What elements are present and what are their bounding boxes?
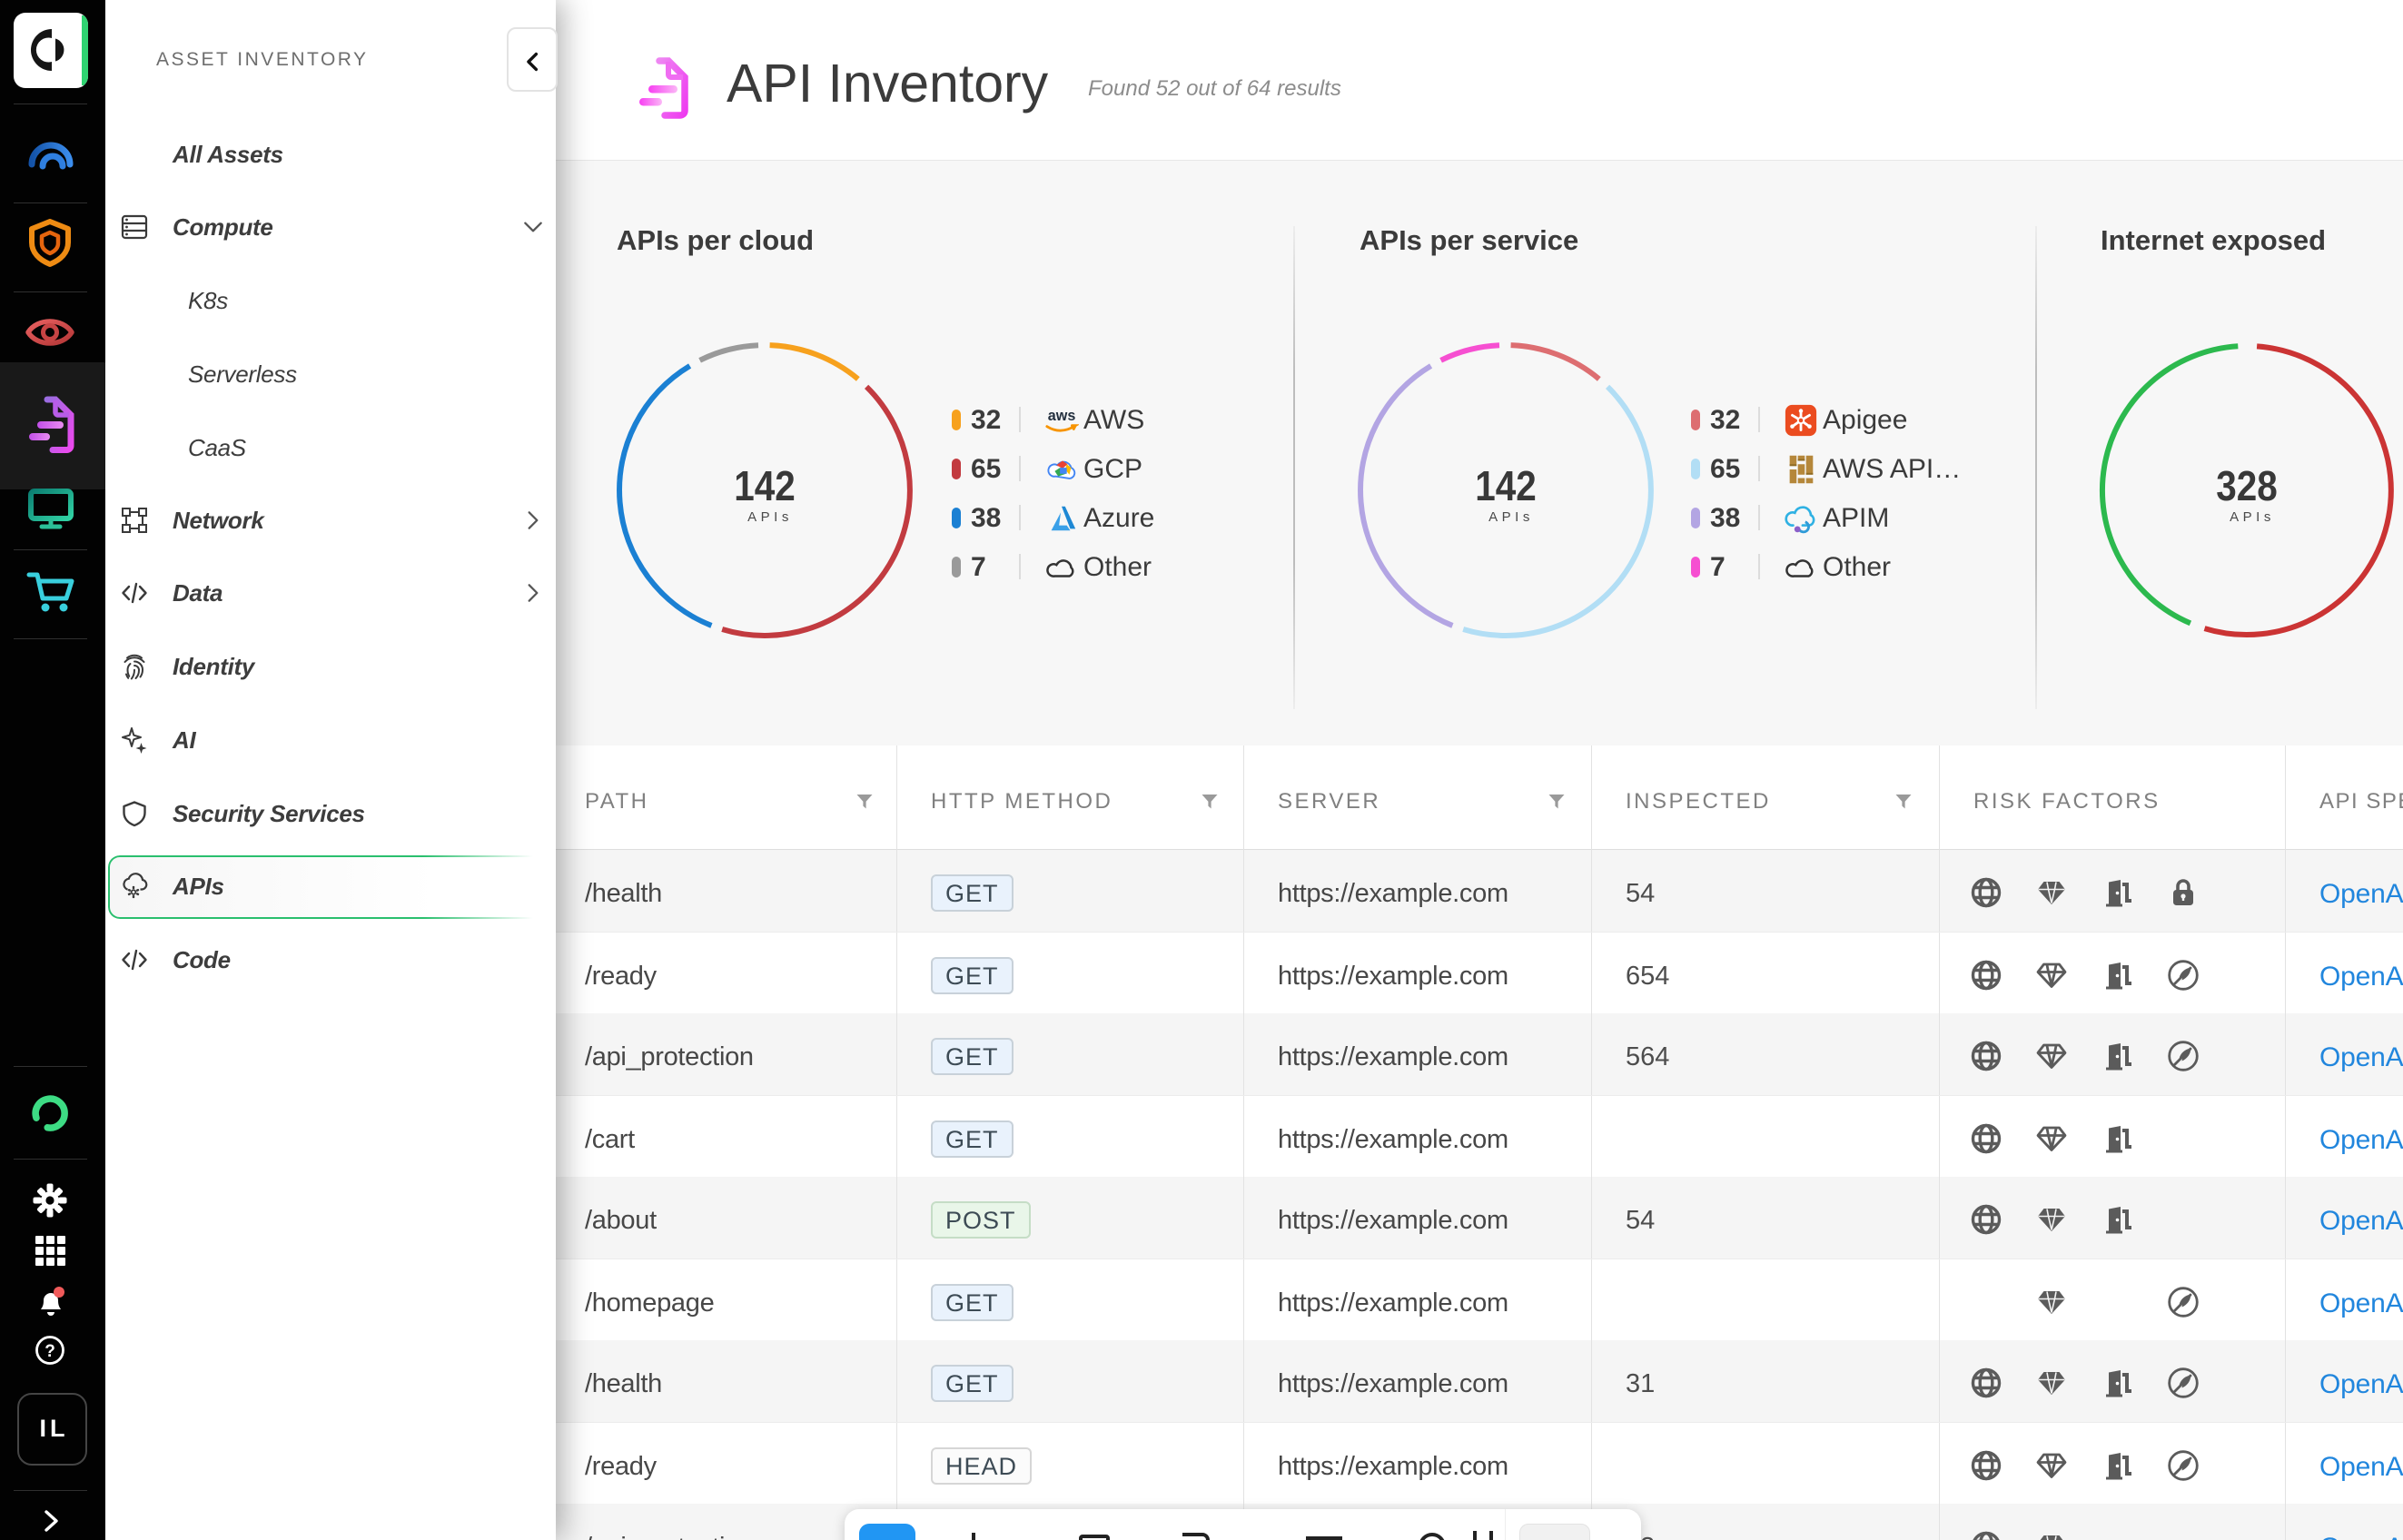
svg-text:?: ? [44, 1342, 55, 1361]
svg-text:aws: aws [1048, 408, 1076, 424]
